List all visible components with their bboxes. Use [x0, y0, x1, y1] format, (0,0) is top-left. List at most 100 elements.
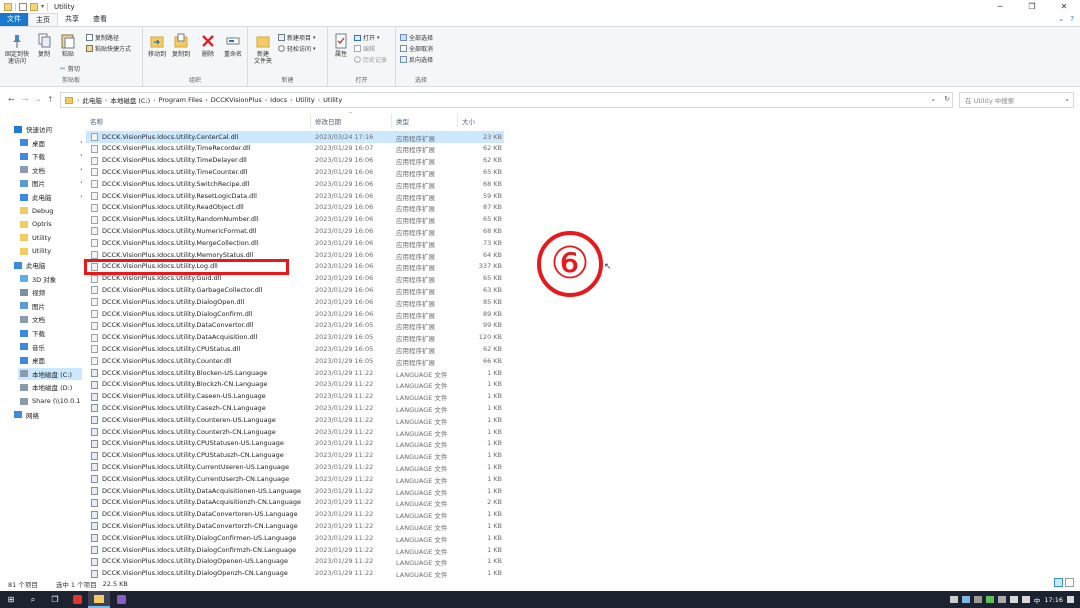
close-button[interactable]: ✕ — [1048, 0, 1080, 13]
file-row[interactable]: DCCK.VisionPlus.Idocs.Utility.ResetLogic… — [86, 190, 504, 202]
file-row[interactable]: DCCK.VisionPlus.Idocs.Utility.DataConver… — [86, 320, 504, 332]
paste-shortcut-button[interactable]: 粘贴快捷方式 — [86, 44, 131, 53]
clock[interactable]: 17:16 — [1044, 596, 1063, 604]
pin-icon[interactable]: ✦ — [80, 194, 82, 200]
volume-icon[interactable] — [1021, 596, 1030, 603]
breadcrumb-drive-c[interactable]: 本地磁盘 (C:) — [110, 95, 150, 105]
file-row[interactable]: DCCK.VisionPlus.Idocs.Utility.Casezh-CN.… — [86, 402, 504, 414]
column-size[interactable]: 大小 — [462, 116, 475, 126]
chevron-right-icon[interactable]: › — [290, 97, 292, 104]
nav-item[interactable]: 图片 ✦ — [18, 177, 82, 189]
copy-button[interactable]: 复制 — [34, 33, 54, 58]
file-row[interactable]: DCCK.VisionPlus.Idocs.Utility.CurrentUse… — [86, 473, 504, 485]
chevron-right-icon[interactable]: › — [318, 97, 320, 104]
breadcrumb-dcckvisionplus[interactable]: DCCKVisionPlus — [211, 96, 262, 104]
nav-item[interactable]: Utility — [18, 232, 82, 244]
invert-selection-button[interactable]: 反向选择 — [400, 55, 433, 64]
wps-icon[interactable] — [66, 591, 88, 608]
breadcrumb-this-pc[interactable]: 此电脑 — [82, 95, 102, 105]
minimize-button[interactable]: ─ — [984, 0, 1016, 13]
file-row[interactable]: DCCK.VisionPlus.Idocs.Utility.Caseen-US.… — [86, 391, 504, 403]
address-dropdown-icon[interactable]: ⌄ — [930, 95, 936, 103]
task-view-icon[interactable]: ❐ — [44, 591, 66, 608]
delete-button[interactable]: 删除 — [199, 33, 217, 58]
file-row[interactable]: DCCK.VisionPlus.Idocs.Utility.DialogConf… — [86, 532, 504, 544]
back-icon[interactable]: ← — [8, 95, 15, 104]
breadcrumb-utility[interactable]: Utility — [296, 96, 315, 104]
file-row[interactable]: DCCK.VisionPlus.Idocs.Utility.DialogOpen… — [86, 556, 504, 568]
tab-share[interactable]: 共享 — [58, 13, 86, 26]
tray-app-icon[interactable] — [997, 596, 1006, 603]
nav-item[interactable]: 此电脑 ✦ — [18, 191, 82, 203]
file-row[interactable]: DCCK.VisionPlus.Idocs.Utility.DataAcquis… — [86, 485, 504, 497]
file-row[interactable]: DCCK.VisionPlus.Idocs.Utility.TimeDelaye… — [86, 155, 504, 167]
start-icon[interactable]: ⊞ — [0, 591, 22, 608]
pin-icon[interactable]: ✦ — [80, 180, 82, 186]
search-icon[interactable]: ⌕ — [22, 591, 44, 608]
nav-item[interactable]: Utility — [18, 245, 82, 257]
forward-icon[interactable]: → — [22, 95, 29, 104]
nav-item[interactable]: 此电脑 — [12, 259, 82, 271]
nav-item[interactable]: 音乐 — [18, 341, 82, 353]
chevron-right-icon[interactable]: › — [153, 97, 155, 104]
open-button[interactable]: 打开 ▾ — [354, 33, 380, 42]
refresh-icon[interactable]: ↻ — [944, 95, 950, 103]
nav-item[interactable]: Optris — [18, 218, 82, 230]
file-row[interactable]: DCCK.VisionPlus.Idocs.Utility.GarbageCol… — [86, 284, 504, 296]
history-button[interactable]: 历史记录 — [354, 55, 387, 64]
nav-item[interactable]: 3D 对象 — [18, 273, 82, 285]
pin-icon[interactable]: ✦ — [80, 153, 82, 159]
nav-item[interactable]: 视频 — [18, 286, 82, 298]
tab-view[interactable]: 查看 — [86, 13, 114, 26]
cut-button[interactable]: ✂ 剪切 — [60, 64, 80, 74]
file-row[interactable]: DCCK.VisionPlus.Idocs.Utility.RandomNumb… — [86, 214, 504, 226]
nav-item[interactable]: 快速访问 — [12, 123, 82, 135]
pin-icon[interactable]: ✦ — [80, 140, 82, 146]
file-row[interactable]: DCCK.VisionPlus.Idocs.Utility.Counterzh-… — [86, 426, 504, 438]
recent-locations-icon[interactable]: ⌄ — [36, 96, 41, 103]
visual-studio-icon[interactable] — [110, 591, 132, 608]
pin-icon[interactable]: ✦ — [80, 167, 82, 173]
address-bar[interactable]: › 此电脑 › 本地磁盘 (C:) › Program Files › DCCK… — [60, 92, 953, 108]
file-row[interactable]: DCCK.VisionPlus.Idocs.Utility.Blocken-US… — [86, 367, 504, 379]
file-row[interactable]: DCCK.VisionPlus.Idocs.Utility.DataConver… — [86, 509, 504, 521]
file-row[interactable]: DCCK.VisionPlus.Idocs.Utility.CPUStatusz… — [86, 450, 504, 462]
up-icon[interactable]: ↑ — [47, 95, 54, 104]
file-row[interactable]: DCCK.VisionPlus.Idocs.Utility.CPUStatuse… — [86, 438, 504, 450]
file-row[interactable]: DCCK.VisionPlus.Idocs.Utility.NumericFor… — [86, 225, 504, 237]
nav-item[interactable]: Debug — [18, 205, 82, 217]
tray-app-icon[interactable] — [985, 596, 994, 603]
file-row[interactable]: DCCK.VisionPlus.Idocs.Utility.SwitchReci… — [86, 178, 504, 190]
paste-button[interactable]: 粘贴 — [58, 33, 78, 58]
column-date[interactable]: 修改日期 — [315, 116, 341, 126]
file-row[interactable]: DCCK.VisionPlus.Idocs.Utility.DataAcquis… — [86, 497, 504, 509]
nav-item[interactable]: 下载 ✦ — [18, 150, 82, 162]
new-folder-button[interactable]: 新建 文件夹 — [251, 33, 275, 65]
tray-app-icon[interactable] — [961, 596, 970, 603]
properties-icon[interactable] — [19, 2, 27, 11]
easy-access-button[interactable]: 轻松访问 ▾ — [278, 44, 316, 53]
nav-item[interactable]: 桌面 ✦ — [18, 137, 82, 149]
file-row[interactable]: DCCK.VisionPlus.Idocs.Utility.DialogConf… — [86, 308, 504, 320]
large-icons-view-icon[interactable] — [1065, 578, 1074, 587]
nav-item[interactable]: Share (\\10.0.1 — [18, 395, 82, 407]
nav-item[interactable]: 文档 ✦ — [18, 164, 82, 176]
file-row[interactable]: DCCK.VisionPlus.Idocs.Utility.Counter.dl… — [86, 355, 504, 367]
edit-button[interactable]: 编辑 — [354, 44, 375, 53]
copy-to-button[interactable]: 复制到 — [170, 33, 192, 58]
chevron-right-icon[interactable]: › — [205, 97, 207, 104]
new-folder-icon[interactable] — [30, 2, 38, 11]
nav-item[interactable]: 本地磁盘 (D:) — [18, 381, 82, 393]
file-row[interactable]: DCCK.VisionPlus.Idocs.Utility.CurrentUse… — [86, 461, 504, 473]
breadcrumb-program-files[interactable]: Program Files — [159, 96, 203, 104]
nav-item[interactable]: 桌面 — [18, 354, 82, 366]
select-none-button[interactable]: 全部取消 — [400, 44, 433, 53]
help-icon[interactable]: ? — [1070, 15, 1074, 23]
select-all-button[interactable]: 全部选择 — [400, 33, 433, 42]
file-row[interactable]: DCCK.VisionPlus.Idocs.Utility.DataAcquis… — [86, 332, 504, 344]
file-row[interactable]: DCCK.VisionPlus.Idocs.Utility.CenterCal.… — [86, 131, 504, 143]
tray-app-icon[interactable] — [973, 596, 982, 603]
new-item-button[interactable]: 新建项目 ▾ — [278, 33, 316, 42]
file-row[interactable]: DCCK.VisionPlus.Idocs.Utility.Blockzh-CN… — [86, 379, 504, 391]
chevron-right-icon[interactable]: › — [265, 97, 267, 104]
